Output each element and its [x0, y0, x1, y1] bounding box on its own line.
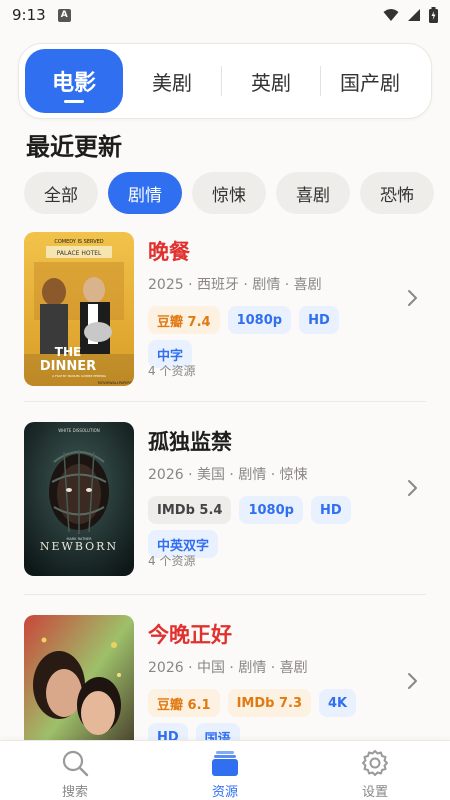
poster-title-line2: DINNER — [40, 359, 96, 374]
source-count: 4 个资源 — [148, 364, 196, 378]
status-time: 9:13 — [12, 6, 46, 24]
poster-title-line1: THE — [55, 345, 81, 359]
quality-badge: HD — [148, 723, 188, 740]
nav-label: 搜索 — [61, 785, 88, 800]
rating-badge-imdb: IMDb 7.3 — [227, 689, 311, 717]
rating-badge-douban: 豆瓣 7.4 — [148, 306, 220, 334]
movie-meta: 2026 · 中国 · 剧情 · 喜剧 — [148, 660, 308, 676]
nav-label: 设置 — [361, 785, 388, 800]
genre-filter-chips: 全部 剧情 惊悚 喜剧 恐怖 — [24, 172, 434, 214]
quality-badge: 4K — [319, 689, 357, 717]
poster-image — [24, 615, 134, 740]
chevron-right-icon — [408, 673, 417, 689]
movie-meta: 2025 · 西班牙 · 剧情 · 喜剧 — [148, 277, 322, 293]
poster-image: COMEDY IS SERVED PALACE HOTEL THE DINNER… — [24, 232, 134, 386]
bottom-navigation: 搜索 资源 设置 — [0, 740, 450, 800]
tag-list: 豆瓣 7.4 1080p HD 中字 — [148, 306, 388, 368]
poster-hotel-sign: PALACE HOTEL — [57, 250, 102, 257]
audio-language-badge: 国语 — [195, 723, 240, 740]
rating-badge-douban: 豆瓣 6.1 — [148, 689, 220, 717]
chip-drama[interactable]: 剧情 — [108, 172, 182, 214]
list-item[interactable]: WHITE DISSOLUTION NEWBORN MARK RATNER 孤独… — [24, 412, 426, 576]
nav-resources[interactable]: 资源 — [150, 741, 300, 800]
poster-title: NEWBORN — [40, 540, 118, 553]
chip-horror[interactable]: 恐怖 — [360, 172, 434, 214]
gear-icon — [362, 750, 388, 776]
tag-list: 豆瓣 6.1 IMDb 7.3 4K HD 国语 — [148, 689, 388, 740]
movie-title: 孤独监禁 — [148, 430, 232, 454]
quality-badge: 1080p — [227, 306, 292, 334]
source-count: 4 个资源 — [148, 554, 196, 568]
status-icons — [383, 7, 438, 23]
chevron-right-icon — [408, 480, 417, 496]
rating-badge-imdb: IMDb 5.4 — [148, 496, 232, 524]
category-tabs: 电影 美剧 英剧 国产剧 — [18, 43, 432, 119]
poster-image: WHITE DISSOLUTION NEWBORN MARK RATNER — [24, 422, 134, 576]
movie-title: 今晚正好 — [148, 623, 232, 647]
chevron-right-icon — [408, 290, 417, 306]
nav-label: 资源 — [211, 785, 238, 800]
search-icon — [62, 750, 89, 777]
battery-icon — [429, 7, 438, 23]
movie-list: COMEDY IS SERVED PALACE HOTEL THE DINNER… — [0, 222, 450, 740]
movie-title: 晚餐 — [148, 240, 190, 264]
tag-list: IMDb 5.4 1080p HD 中英双字 — [148, 496, 388, 558]
stack-icon — [212, 751, 238, 776]
chip-comedy[interactable]: 喜剧 — [276, 172, 350, 214]
list-divider — [24, 401, 426, 402]
signal-icon — [408, 9, 420, 21]
nav-search[interactable]: 搜索 — [0, 741, 150, 800]
list-item[interactable]: 今晚正好 2026 · 中国 · 剧情 · 喜剧 豆瓣 6.1 IMDb 7.3… — [24, 605, 426, 740]
app-notification-icon: A — [57, 8, 71, 22]
poster-watermark: MOVIEWALLPAPERS — [98, 381, 133, 385]
quality-badge: HD — [299, 306, 339, 334]
quality-badge: 1080p — [239, 496, 303, 524]
poster-tagline: COMEDY IS SERVED — [54, 239, 103, 245]
quality-badge: HD — [310, 496, 351, 524]
nav-settings[interactable]: 设置 — [300, 741, 450, 800]
section-title: 最近更新 — [26, 133, 122, 161]
tab-movies[interactable]: 电影 — [25, 49, 123, 113]
status-bar: 9:13 A — [0, 0, 450, 30]
tab-us-series[interactable]: 美剧 — [123, 49, 221, 113]
chip-all[interactable]: 全部 — [24, 172, 98, 214]
poster-credit: A FILM BY MANUEL GÓMEZ PEREIRA — [52, 373, 107, 378]
chip-thriller[interactable]: 惊悚 — [192, 172, 266, 214]
list-divider — [24, 594, 426, 595]
poster-credit: MARK RATNER — [66, 537, 92, 541]
tab-uk-series[interactable]: 英剧 — [222, 49, 320, 113]
poster-tagline: WHITE DISSOLUTION — [58, 428, 100, 433]
wifi-icon — [383, 9, 399, 21]
movie-meta: 2026 · 美国 · 剧情 · 惊悚 — [148, 467, 308, 483]
tab-domestic-series[interactable]: 国产剧 — [321, 49, 419, 113]
list-item[interactable]: COMEDY IS SERVED PALACE HOTEL THE DINNER… — [24, 222, 426, 386]
